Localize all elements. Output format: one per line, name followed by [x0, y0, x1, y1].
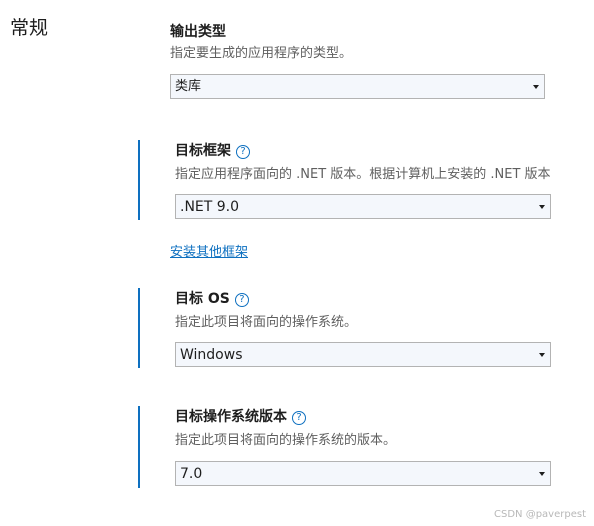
- chevron-down-icon: [539, 353, 545, 357]
- target-os-selected-value: Windows: [180, 347, 243, 363]
- target-os-title: 目标 OS: [175, 291, 230, 307]
- chevron-down-icon: [539, 472, 545, 476]
- target-os-version-selected-value: 7.0: [180, 466, 203, 482]
- section-title: 常规: [10, 17, 49, 39]
- target-os-dropdown[interactable]: Windows: [175, 342, 551, 367]
- target-framework-setting: 目标框架? 指定应用程序面向的 .NET 版本。根据计算机上安装的 .NET 版…: [138, 140, 594, 220]
- target-os-title-row: 目标 OS?: [175, 290, 594, 308]
- chevron-down-icon: [533, 85, 539, 89]
- output-type-dropdown[interactable]: 类库: [170, 74, 545, 99]
- output-type-setting: 输出类型 指定要生成的应用程序的类型。 类库: [170, 20, 590, 100]
- output-type-description: 指定要生成的应用程序的类型。: [170, 46, 353, 61]
- help-icon[interactable]: ?: [292, 411, 306, 425]
- output-type-selected-value: 类库: [175, 79, 202, 94]
- install-other-frameworks-link[interactable]: 安装其他框架: [170, 241, 248, 260]
- target-os-description: 指定此项目将面向的操作系统。: [175, 315, 358, 330]
- watermark-text: CSDN @paverpest: [494, 509, 586, 520]
- target-framework-selected-value: .NET 9.0: [180, 199, 240, 215]
- help-icon[interactable]: ?: [234, 293, 249, 307]
- chevron-down-icon: [539, 205, 545, 209]
- output-type-title: 输出类型: [170, 24, 226, 40]
- target-framework-dropdown[interactable]: .NET 9.0: [175, 194, 551, 219]
- target-os-version-dropdown[interactable]: 7.0: [175, 461, 551, 486]
- help-icon[interactable]: ?: [236, 145, 250, 159]
- target-os-version-setting: 目标操作系统版本? 指定此项目将面向的操作系统的版本。 7.0: [138, 406, 594, 488]
- target-os-version-title: 目标操作系统版本: [175, 409, 287, 425]
- target-framework-title-row: 目标框架?: [175, 142, 594, 160]
- target-os-version-description: 指定此项目将面向的操作系统的版本。: [175, 433, 397, 448]
- target-os-version-title-row: 目标操作系统版本?: [175, 408, 594, 426]
- target-os-setting: 目标 OS? 指定此项目将面向的操作系统。 Windows: [138, 288, 594, 368]
- target-framework-title: 目标框架: [175, 143, 231, 159]
- target-framework-description: 指定应用程序面向的 .NET 版本。根据计算机上安装的 .NET 版本: [175, 167, 551, 182]
